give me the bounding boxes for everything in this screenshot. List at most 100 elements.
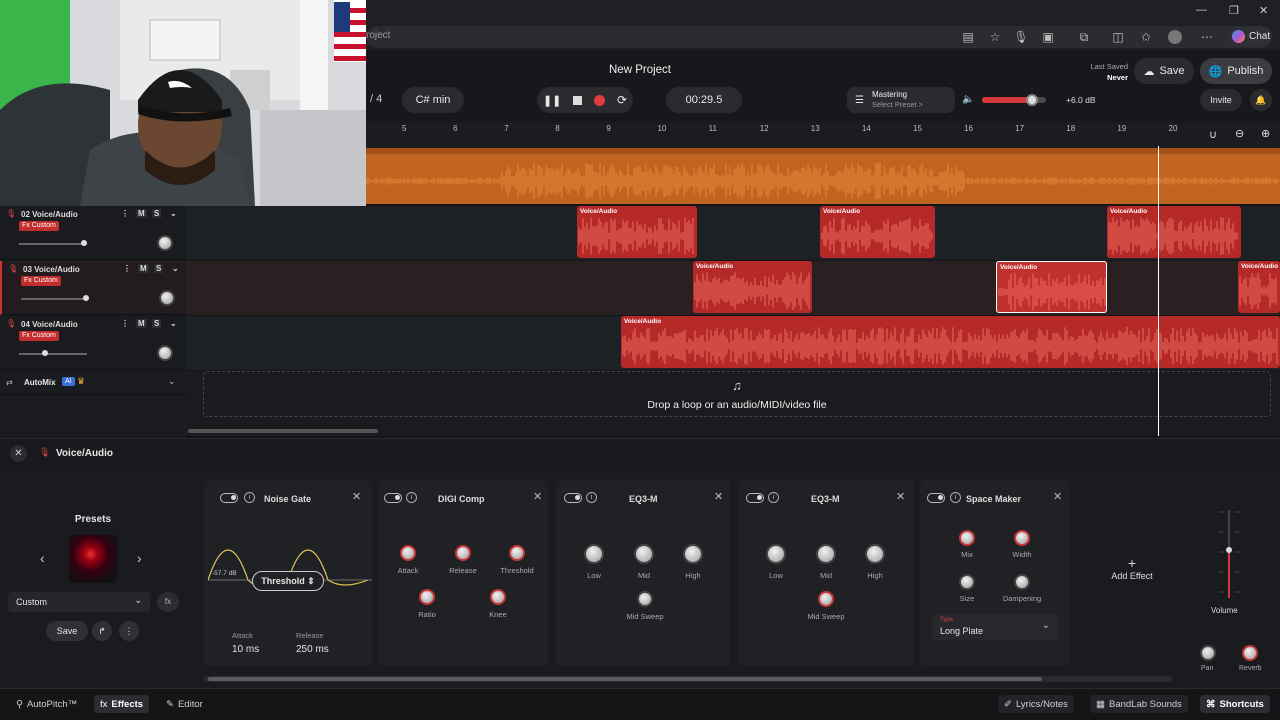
zoom-in-icon[interactable]: ⊕ — [1261, 127, 1270, 140]
track-menu-icon[interactable]: ⋮ — [121, 209, 129, 218]
track-pan-knob[interactable] — [157, 345, 173, 361]
effect-noise-gate[interactable]: i Noise Gate ✕ -57.7 dB Threshold ⇕ Atta… — [204, 480, 372, 666]
audio-clip[interactable]: Voice/Audio — [820, 206, 935, 258]
next-preset-icon[interactable]: › — [137, 550, 142, 566]
mid-sweep-knob[interactable] — [637, 591, 653, 607]
remove-effect-icon[interactable]: ✕ — [352, 490, 361, 503]
info-icon[interactable]: i — [950, 492, 961, 503]
invite-button[interactable]: Invite — [1200, 89, 1242, 111]
address-bar[interactable]: roject — [366, 26, 1272, 48]
toggle-eq3[interactable] — [746, 493, 764, 503]
track-volume-slider[interactable] — [19, 240, 87, 246]
track-menu-icon[interactable]: ⋮ — [121, 319, 129, 328]
remove-effect-icon[interactable]: ✕ — [714, 490, 723, 503]
shortcuts-tab[interactable]: ⌘ Shortcuts — [1200, 695, 1270, 713]
audio-clip[interactable]: Voice/Audio — [693, 261, 812, 313]
solo-button[interactable]: S — [152, 209, 162, 218]
track-volume-knob[interactable] — [41, 350, 48, 356]
lyrics-notes-tab[interactable]: ✐ Lyrics/Notes — [998, 695, 1074, 713]
extension-icon[interactable]: ⧉ — [1076, 29, 1092, 45]
mix-knob[interactable] — [959, 530, 975, 546]
scroll-thumb[interactable] — [208, 677, 1042, 681]
preset-select[interactable]: Custom ⌄ — [8, 592, 150, 612]
size-knob[interactable] — [959, 574, 975, 590]
split-icon[interactable]: ◫ — [1110, 29, 1126, 45]
chevron-down-icon[interactable]: ⌄ — [170, 209, 177, 218]
mid-knob[interactable] — [816, 544, 836, 564]
track-pan-knob[interactable] — [159, 290, 175, 306]
track-name[interactable]: 04 Voice/Audio — [21, 320, 78, 329]
effect-eq3-m-2[interactable]: i EQ3-M ✕ Low Mid High Mid Sweep — [738, 480, 914, 666]
remove-effect-icon[interactable]: ✕ — [896, 490, 905, 503]
fx-volume-fader[interactable] — [1218, 508, 1240, 600]
audio-clip[interactable]: Voice/Audio — [996, 261, 1107, 313]
drop-zone[interactable]: ♫ Drop a loop or an audio/MIDI/video fil… — [203, 371, 1271, 417]
toggle-noise-gate[interactable] — [220, 493, 238, 503]
preset-save-button[interactable]: Save — [46, 621, 88, 641]
effect-digi-comp[interactable]: i DIGI Comp ✕ Attack Release Threshold R… — [378, 480, 548, 666]
loop-icon[interactable]: ⟳ — [617, 93, 627, 107]
key-selector[interactable]: C# min — [402, 87, 464, 113]
chevron-down-icon[interactable]: ⌄ — [170, 319, 177, 328]
track-header-04[interactable]: 🎙 04 Voice/Audio Fx Custom ⋮ M S ⌄ — [0, 316, 186, 370]
speaker-icon[interactable]: 🔈 — [962, 94, 974, 105]
release-value[interactable]: 250 ms — [296, 644, 329, 655]
master-volume-knob[interactable] — [1025, 94, 1038, 106]
mute-button[interactable]: M — [138, 264, 149, 273]
favorites-icon[interactable]: ✩ — [1138, 29, 1154, 45]
toggle-eq3[interactable] — [564, 493, 582, 503]
mid-sweep-knob[interactable] — [818, 591, 834, 607]
remove-effect-icon[interactable]: ✕ — [533, 490, 542, 503]
pause-icon[interactable]: ❚❚ — [543, 94, 561, 107]
save-button[interactable]: ☁ Save — [1134, 58, 1194, 84]
dampening-knob[interactable] — [1014, 574, 1030, 590]
fx-bypass-icon[interactable]: fx — [157, 592, 179, 612]
reverb-knob[interactable] — [1242, 645, 1258, 661]
record-icon[interactable] — [594, 94, 606, 106]
release-knob[interactable] — [455, 545, 471, 561]
fx-badge[interactable]: Fx Custom — [21, 276, 61, 286]
track-pan-knob[interactable] — [157, 235, 173, 251]
add-effect-button[interactable]: + Add Effect — [1100, 555, 1164, 581]
attack-value[interactable]: 10 ms — [232, 644, 259, 655]
width-knob[interactable] — [1014, 530, 1030, 546]
more-icon[interactable]: ⋯ — [1199, 29, 1215, 45]
star-icon[interactable]: ☆ — [987, 29, 1003, 45]
effect-space-maker[interactable]: i Space Maker ✕ Mix Width Size Dampening… — [920, 480, 1070, 666]
bell-icon[interactable]: 🔔 — [1250, 89, 1272, 111]
ratio-knob[interactable] — [419, 589, 435, 605]
track-name[interactable]: 03 Voice/Audio — [23, 265, 80, 274]
remove-effect-icon[interactable]: ✕ — [1053, 490, 1062, 503]
tab-icon[interactable]: ▣ — [1040, 29, 1056, 45]
bandlab-sounds-tab[interactable]: ▦ BandLab Sounds — [1090, 695, 1188, 713]
stop-icon[interactable] — [573, 95, 583, 105]
high-knob[interactable] — [865, 544, 885, 564]
fx-badge[interactable]: Fx Custom — [19, 331, 59, 341]
project-title[interactable]: New Project — [590, 64, 690, 76]
low-knob[interactable] — [766, 544, 786, 564]
track-01-lane[interactable] — [365, 148, 1280, 204]
effect-eq3-m-1[interactable]: i EQ3-M ✕ Low Mid High Mid Sweep — [556, 480, 731, 666]
threshold-knob[interactable] — [509, 545, 525, 561]
pan-knob[interactable] — [1200, 645, 1216, 661]
info-icon[interactable]: i — [406, 492, 417, 503]
track-menu-icon[interactable]: ⋮ — [123, 264, 131, 273]
reader-icon[interactable]: ▤ — [960, 29, 976, 45]
track-volume-slider[interactable] — [19, 350, 87, 356]
high-knob[interactable] — [683, 544, 703, 564]
magnet-icon[interactable]: ∪ — [1209, 128, 1217, 141]
horizontal-scrollbar[interactable] — [188, 429, 378, 433]
audio-clip[interactable]: Voice/Audio — [1107, 206, 1241, 258]
timeline-ruler[interactable] — [366, 122, 1280, 148]
mute-button[interactable]: M — [136, 209, 147, 218]
info-icon[interactable]: i — [586, 492, 597, 503]
editor-tab[interactable]: ✎ Editor — [160, 695, 209, 713]
mic-icon[interactable]: 🎙 — [1013, 29, 1029, 45]
copilot-chat-button[interactable]: Chat — [1228, 26, 1272, 46]
fx-badge[interactable]: Fx Custom — [19, 221, 59, 231]
attack-knob[interactable] — [400, 545, 416, 561]
profile-avatar[interactable] — [1168, 30, 1182, 44]
info-icon[interactable]: i — [244, 492, 255, 503]
audio-clip[interactable]: Voice/Audio — [621, 316, 1280, 368]
audio-clip[interactable]: Voice/Audio — [1238, 261, 1280, 313]
